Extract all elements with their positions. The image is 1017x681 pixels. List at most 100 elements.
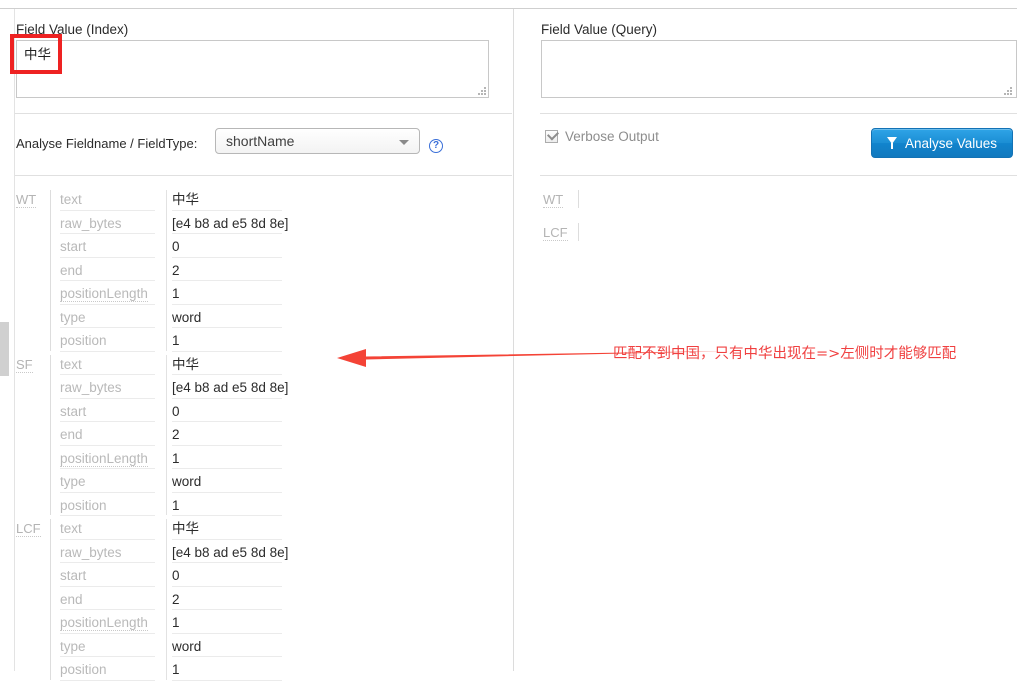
result-group-divider	[50, 190, 51, 351]
result-row-underline	[60, 538, 155, 540]
result-row-key: position	[60, 497, 107, 513]
result-row-key: start	[60, 403, 87, 419]
analyse-values-button[interactable]: Analyse Values	[871, 128, 1013, 158]
result-row-underline	[60, 679, 155, 681]
result-row-underline	[60, 656, 155, 657]
result-column-divider	[166, 190, 167, 351]
result-group-divider	[578, 190, 579, 208]
result-row-underline	[172, 397, 282, 399]
result-row-underline	[60, 515, 155, 516]
result-row-key: type	[60, 638, 86, 654]
result-group-divider	[50, 354, 51, 515]
result-row-underline	[172, 609, 282, 610]
result-row-value: 1	[172, 333, 180, 348]
analyse-fieldname-label: Analyse Fieldname / FieldType:	[16, 136, 198, 151]
result-row-value: 中华	[172, 192, 199, 207]
result-row-value: 2	[172, 262, 180, 278]
result-row-value: 1	[172, 450, 180, 466]
result-row-value: 1	[172, 615, 180, 630]
field-value-index-textarea[interactable]	[16, 40, 489, 98]
field-value-query-textarea[interactable]	[541, 40, 1017, 98]
result-row-underline	[60, 374, 155, 375]
result-row-value: 0	[172, 403, 180, 419]
result-row-underline	[172, 468, 282, 469]
result-row-key: positionLength	[60, 450, 148, 467]
result-row-underline	[172, 350, 282, 352]
result-row-underline	[60, 280, 155, 281]
left-separator-2	[15, 175, 512, 176]
result-row-underline	[60, 209, 155, 211]
verbose-output-checkbox[interactable]	[545, 128, 560, 143]
field-value-query-label: Field Value (Query)	[541, 22, 658, 37]
result-row-value: [e4 b8 ad e5 8d 8e]	[172, 215, 289, 231]
fieldtype-select[interactable]: shortName	[215, 128, 420, 154]
vertical-scrollbar-thumb[interactable]	[0, 322, 9, 376]
result-group-label: WT	[16, 192, 37, 208]
filter-funnel-icon	[886, 137, 898, 149]
result-row-underline	[172, 303, 282, 305]
result-row-underline	[60, 233, 155, 234]
result-row-value: word	[172, 309, 202, 325]
result-row-key: positionLength	[60, 615, 148, 631]
chevron-down-icon	[399, 140, 409, 145]
result-row-key: position	[60, 333, 107, 348]
result-row-value: 2	[172, 591, 180, 607]
result-row-value: 中华	[172, 356, 199, 372]
result-row-underline	[60, 632, 155, 634]
right-separator-1	[540, 113, 1017, 114]
result-row-key: positionLength	[60, 286, 148, 302]
result-row-key: raw_bytes	[60, 380, 122, 395]
result-row-underline	[172, 491, 282, 493]
right-separator-2	[540, 175, 1017, 176]
result-row-value: word	[172, 474, 202, 489]
annotation-text: 匹配不到中国，只有中华出现在=>左侧时才能够匹配	[613, 346, 957, 362]
result-row-underline	[172, 538, 282, 540]
result-group-label: LCF	[16, 521, 41, 537]
result-row-underline	[60, 468, 155, 469]
result-row-underline	[172, 444, 282, 446]
left-rail-divider	[14, 9, 15, 671]
result-group-label: WT	[543, 192, 564, 208]
top-divider	[0, 8, 1017, 9]
result-row-underline	[172, 233, 282, 234]
result-row-key: start	[60, 239, 87, 254]
result-row-underline	[60, 421, 155, 422]
result-row-underline	[60, 256, 155, 258]
result-column-divider	[166, 519, 167, 680]
result-row-underline	[172, 327, 282, 328]
result-group-label: LCF	[543, 224, 568, 241]
result-row-underline	[172, 585, 282, 587]
checkmark-icon	[546, 128, 560, 141]
result-group-divider	[578, 222, 579, 241]
result-row-key: position	[60, 662, 107, 677]
result-row-underline	[172, 656, 282, 657]
result-row-key: end	[60, 262, 83, 278]
result-row-underline	[172, 421, 282, 422]
verbose-output-label: Verbose Output	[565, 129, 659, 144]
result-row-value: 中华	[172, 521, 199, 536]
result-row-underline	[172, 679, 282, 681]
result-row-key: start	[60, 568, 87, 583]
result-row-underline	[172, 280, 282, 281]
result-column-divider	[166, 354, 167, 515]
result-row-underline	[60, 491, 155, 493]
result-row-underline	[172, 209, 282, 211]
result-row-key: raw_bytes	[60, 544, 122, 560]
app-root: Field Value (Index) Analyse Fieldname / …	[0, 0, 1017, 681]
result-row-key: text	[60, 356, 82, 372]
result-row-underline	[172, 515, 282, 516]
result-row-value: 0	[172, 239, 180, 254]
result-row-value: [e4 b8 ad e5 8d 8e]	[172, 380, 289, 395]
result-group-divider	[50, 519, 51, 680]
result-row-underline	[60, 444, 155, 446]
result-row-underline	[60, 303, 155, 305]
result-row-underline	[172, 632, 282, 634]
result-row-key: raw_bytes	[60, 215, 122, 231]
question-mark-icon[interactable]: ?	[429, 139, 443, 153]
result-row-underline	[60, 562, 155, 563]
result-row-underline	[60, 327, 155, 328]
left-separator-1	[15, 113, 512, 114]
result-row-value: 1	[172, 286, 180, 301]
fieldtype-select-value: shortName	[226, 133, 295, 149]
result-row-value: word	[172, 638, 202, 654]
